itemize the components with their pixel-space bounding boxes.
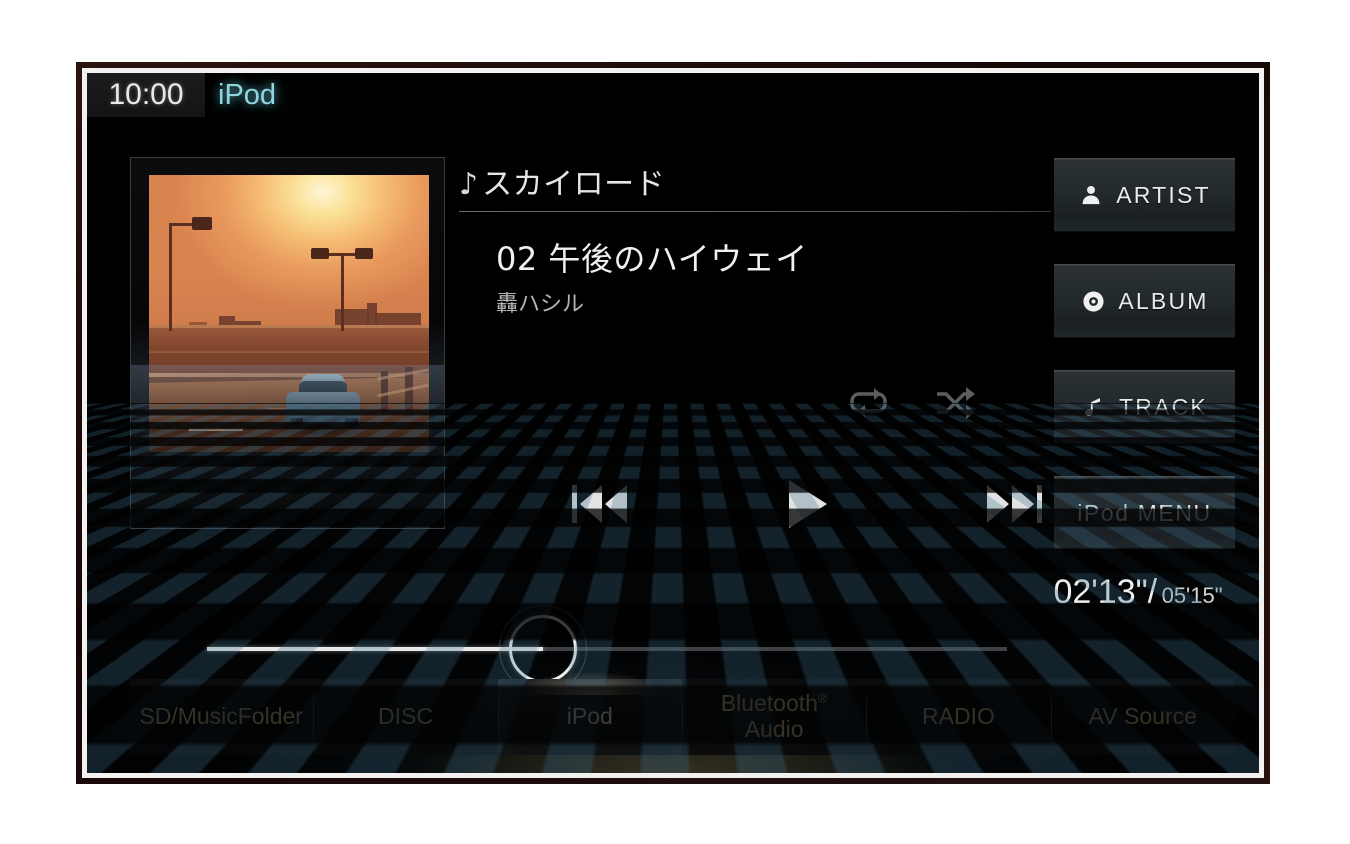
tab-bluetooth-audio[interactable]: Bluetooth® Audio	[681, 679, 867, 755]
art-wall-top-edge	[149, 324, 429, 328]
art-lamp-head	[192, 217, 212, 230]
tab-av-source-label: AV Source	[1088, 703, 1197, 730]
tab-bluetooth-audio-label: Bluetooth® Audio	[720, 690, 828, 743]
person-icon	[1078, 182, 1104, 208]
track-button-label: TRACK	[1119, 393, 1208, 420]
head-unit-screen: 10:00 iPod ♪ スカイロード 02 午後のハイウェイ 轟ハシル ART…	[87, 73, 1259, 773]
tab-ipod-label: iPod	[566, 703, 613, 730]
repeat-icon[interactable]	[847, 383, 893, 423]
elapsed-time: 02'13"	[1053, 573, 1148, 611]
music-note-icon: ♪	[459, 167, 479, 202]
art-lamp-pole	[341, 253, 344, 331]
art-lamp-pole	[169, 223, 172, 331]
page-root: 10:00 iPod ♪ スカイロード 02 午後のハイウェイ 轟ハシル ART…	[0, 0, 1350, 844]
registered-trademark-icon: ®	[817, 690, 828, 706]
total-time: 05'15"	[1161, 583, 1223, 608]
music-note-icon	[1081, 394, 1107, 420]
art-lamp-head	[311, 248, 329, 259]
clock-panel: 10:00	[87, 73, 205, 117]
seek-bar-fill	[207, 647, 543, 651]
shuffle-icon[interactable]	[933, 383, 979, 423]
transport-controls	[557, 473, 1057, 535]
time-separator: /	[1147, 573, 1158, 611]
tab-bluetooth-line1: Bluetooth	[720, 690, 818, 717]
device-bezel-inner: 10:00 iPod ♪ スカイロード 02 午後のハイウェイ 轟ハシル ART…	[82, 68, 1264, 778]
playlist-row: ♪ スカイロード	[459, 159, 1059, 203]
track-title: 02 午後のハイウェイ	[496, 240, 808, 278]
disc-icon	[1080, 288, 1106, 314]
album-art-frame	[130, 157, 445, 529]
tab-radio-label: RADIO	[922, 703, 995, 730]
device-bezel: 10:00 iPod ♪ スカイロード 02 午後のハイウェイ 轟ハシル ART…	[76, 62, 1270, 784]
previous-track-button[interactable]	[557, 473, 643, 535]
track-button[interactable]: TRACK	[1054, 370, 1235, 444]
info-divider	[459, 211, 1051, 212]
art-car-wheel	[290, 418, 303, 428]
artist-button[interactable]: ARTIST	[1054, 158, 1235, 232]
current-source-label: iPod	[218, 79, 277, 111]
status-bar: 10:00 iPod	[87, 73, 1259, 119]
tab-av-source[interactable]: AV Source	[1050, 679, 1235, 755]
album-art-image	[149, 175, 429, 452]
art-lane-marking	[188, 428, 244, 431]
seek-bar-track[interactable]	[207, 647, 1007, 651]
tab-sd-musicfolder[interactable]: SD/MusicFolder	[129, 679, 314, 755]
ipod-menu-button[interactable]: iPod MENU	[1054, 476, 1235, 550]
art-lamp-arm	[169, 223, 193, 226]
browse-buttons: ARTIST ALBUM TRACK iPod MENU	[1054, 158, 1235, 582]
album-button[interactable]: ALBUM	[1054, 264, 1235, 338]
art-lamp-head	[355, 248, 373, 259]
source-tab-bar: SD/MusicFolder DISC iPod Bluetooth® Audio…	[129, 673, 1235, 755]
artist-name: 轟ハシル	[496, 292, 585, 317]
artist-button-label: ARTIST	[1116, 181, 1211, 208]
playlist-name: スカイロード	[482, 167, 666, 202]
playback-mode-icons	[847, 383, 979, 423]
play-button[interactable]	[764, 473, 850, 535]
now-playing-info: ♪ スカイロード 02 午後のハイウェイ 轟ハシル	[459, 159, 1059, 318]
next-track-button[interactable]	[971, 473, 1057, 535]
tab-disc[interactable]: DISC	[313, 679, 498, 755]
time-readout: 02'13"/ 05'15"	[1033, 573, 1243, 612]
ipod-menu-button-label: iPod MENU	[1077, 499, 1212, 526]
art-car-wheel	[345, 418, 358, 428]
clock-text: 10:00	[108, 78, 184, 111]
tab-bluetooth-line2: Audio	[744, 716, 804, 742]
album-button-label: ALBUM	[1118, 287, 1209, 314]
tab-ipod[interactable]: iPod	[497, 673, 682, 755]
art-fence-rail	[149, 351, 429, 353]
tab-sd-musicfolder-label: SD/MusicFolder	[139, 703, 303, 730]
tab-radio[interactable]: RADIO	[866, 679, 1051, 755]
tab-disc-label: DISC	[378, 703, 433, 730]
